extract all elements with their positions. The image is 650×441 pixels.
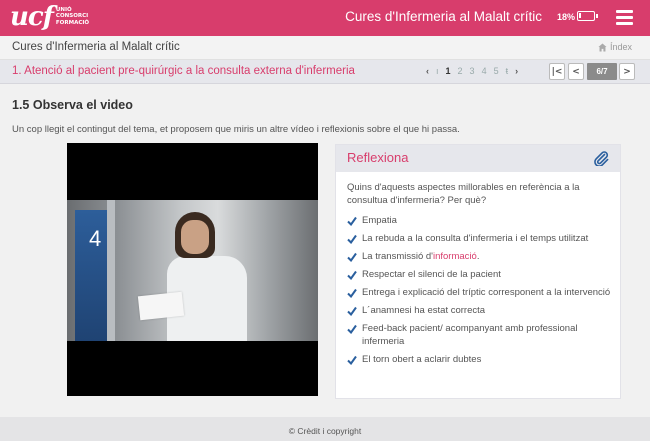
- intro-text: Un cop llegit el contingut del tema, et …: [12, 124, 460, 135]
- check-icon: [347, 306, 357, 316]
- pager-first[interactable]: ı: [436, 66, 439, 76]
- home-icon: [598, 42, 607, 52]
- index-label: Índex: [609, 42, 632, 52]
- nurse-figure: [167, 212, 247, 341]
- reflexiona-header: Reflexiona: [336, 145, 620, 172]
- logo-line: FORMACIÓ: [55, 19, 90, 26]
- check-icon: [347, 288, 357, 298]
- course-bar: Cures d'Infermeria al Malalt crític Índe…: [0, 36, 650, 60]
- pager-prev[interactable]: ‹: [426, 66, 429, 76]
- checklist-item-text: Respectar el silenci de la pacient: [362, 269, 501, 280]
- checklist-item-text: Empatia: [362, 215, 397, 226]
- check-icon: [347, 216, 357, 226]
- section-pager: ‹ ı 1 2 3 4 5 ŧ ›: [426, 66, 525, 76]
- video-player[interactable]: 4: [67, 143, 318, 396]
- checklist-item-tail: .: [476, 251, 480, 262]
- pager-page[interactable]: 1: [446, 66, 451, 76]
- logo-mark: ucf: [10, 2, 54, 32]
- door: 4: [75, 210, 107, 341]
- reflexiona-question: Quins d'aquests aspectes millorables en …: [347, 182, 580, 206]
- app-title: Cures d'Infermeria al Malalt crític: [345, 9, 542, 24]
- course-title: Cures d'Infermeria al Malalt crític: [12, 41, 180, 53]
- check-icon: [347, 324, 357, 334]
- checklist-item: Feed-back pacient/ acompanyant amb profe…: [347, 323, 617, 348]
- check-icon: [347, 270, 357, 280]
- ucf-logo: ucf UNIÓ CONSORCI FORMACIÓ: [10, 3, 89, 31]
- pager-page[interactable]: 4: [482, 66, 487, 76]
- document-paper: [137, 291, 185, 321]
- next-page-button[interactable]: >: [619, 63, 635, 80]
- top-header: ucf UNIÓ CONSORCI FORMACIÓ Cures d'Infer…: [0, 0, 650, 36]
- checklist-item-text: El torn obert a aclarir dubtes: [362, 353, 482, 365]
- glossary-link[interactable]: informació: [433, 251, 477, 262]
- footer: © Crèdit i copyright: [0, 417, 650, 441]
- checklist-item-text: Feed-back pacient/ acompanyant amb profe…: [362, 323, 578, 347]
- checklist-item-text: La rebuda a la consulta d'infermeria i e…: [362, 233, 589, 244]
- checklist-item: Empatia: [347, 215, 617, 228]
- checklist-item: Respectar el silenci de la pacient: [347, 269, 617, 282]
- door-number: 4: [89, 226, 102, 251]
- page-count: 6/7: [587, 63, 617, 80]
- pager-next[interactable]: ›: [515, 66, 518, 76]
- checklist-item: La rebuda a la consulta d'infermeria i e…: [347, 233, 617, 246]
- section-title: 1.5 Observa el video: [12, 98, 133, 112]
- checklist-item: La transmissió d'informació.: [347, 251, 617, 264]
- menu-icon[interactable]: [616, 10, 633, 25]
- paperclip-icon[interactable]: [593, 150, 609, 166]
- first-page-button[interactable]: |<: [549, 63, 565, 80]
- check-icon: [347, 252, 357, 262]
- video-frame: 4: [67, 200, 318, 341]
- checklist-item: L´anamnesi ha estat correcta: [347, 305, 617, 318]
- unit-title: 1. Atenció al pacient pre-quirúrgic a la…: [12, 65, 355, 77]
- battery-icon: [577, 11, 598, 21]
- checklist-item-text: La transmissió d': [362, 251, 433, 262]
- battery-percentage: 18%: [557, 12, 576, 22]
- pager-last[interactable]: ŧ: [506, 66, 509, 76]
- reflexiona-panel: Reflexiona Quins d'aquests aspectes mill…: [335, 144, 621, 399]
- prev-page-button[interactable]: <: [568, 63, 584, 80]
- pager-page[interactable]: 5: [494, 66, 499, 76]
- checklist-item: Entrega i explicació del tríptic corresp…: [347, 287, 617, 300]
- checklist-item-text: L´anamnesi ha estat correcta: [362, 305, 486, 316]
- checklist-item: El torn obert a aclarir dubtes: [347, 354, 617, 367]
- reflexiona-title: Reflexiona: [347, 150, 409, 165]
- battery-level: [579, 13, 581, 18]
- credit-link[interactable]: © Crèdit i copyright: [289, 426, 361, 436]
- checklist-item-text: Entrega i explicació del tríptic corresp…: [362, 287, 611, 298]
- pager-page[interactable]: 2: [458, 66, 463, 76]
- index-link[interactable]: Índex: [598, 42, 632, 52]
- checklist: Empatia La rebuda a la consulta d'inferm…: [347, 215, 617, 372]
- check-icon: [347, 355, 357, 365]
- logo-subtitle: UNIÓ CONSORCI FORMACIÓ: [56, 7, 89, 27]
- door-frame: [107, 200, 115, 341]
- check-icon: [347, 234, 357, 244]
- pager-page[interactable]: 3: [470, 66, 475, 76]
- unit-bar: 1. Atenció al pacient pre-quirúrgic a la…: [0, 60, 650, 84]
